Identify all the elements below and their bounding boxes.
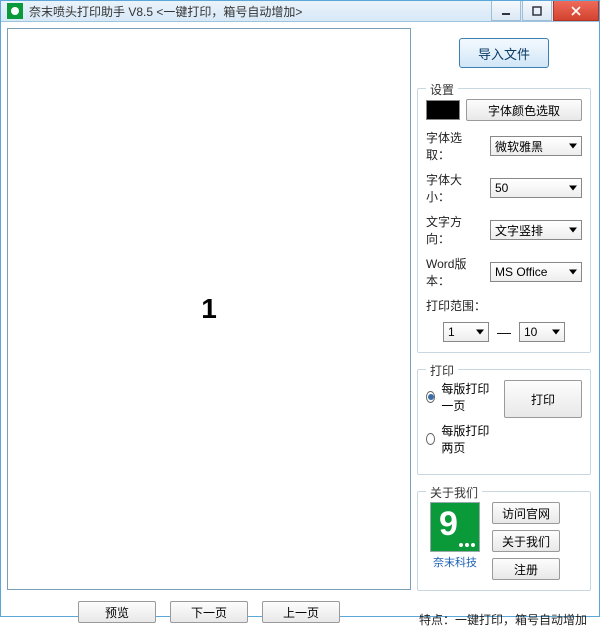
app-icon	[7, 3, 23, 19]
size-label: 字体大小：	[426, 171, 484, 205]
range-from-select[interactable]: 1	[443, 322, 489, 342]
left-pane: 1 预览 下一页 上一页	[7, 28, 411, 628]
window-title: 奈末喷头打印助手 V8.5 <一键打印，箱号自动增加>	[29, 3, 490, 20]
logo-block: 9 奈末科技	[426, 502, 484, 580]
print-option-2[interactable]: 每版打印两页	[426, 422, 494, 456]
next-page-button[interactable]: 下一页	[170, 601, 248, 623]
direction-label: 文字方向：	[426, 213, 484, 247]
titlebar: 奈末喷头打印助手 V8.5 <一键打印，箱号自动增加>	[1, 1, 599, 22]
about-us-button[interactable]: 关于我们	[492, 530, 560, 552]
font-select[interactable]: 微软雅黑	[490, 136, 582, 156]
bottom-buttons: 预览 下一页 上一页	[7, 596, 411, 628]
preview-area: 1	[7, 28, 411, 590]
range-to-select[interactable]: 10	[519, 322, 565, 342]
font-size-select[interactable]: 50	[490, 178, 582, 198]
font-color-swatch[interactable]	[426, 100, 460, 120]
company-name: 奈末科技	[426, 554, 484, 570]
prev-page-button[interactable]: 上一页	[262, 601, 340, 623]
maximize-button[interactable]	[522, 1, 552, 21]
pick-font-color-button[interactable]: 字体颜色选取	[466, 99, 582, 121]
settings-group: 设置 字体颜色选取 字体选取： 微软雅黑 字体大小： 50 文字方向： 文字竖排	[417, 88, 591, 353]
range-dash: —	[497, 324, 511, 340]
preview-page-number: 1	[201, 293, 217, 325]
preview-button[interactable]: 预览	[78, 601, 156, 623]
company-logo: 9	[430, 502, 480, 552]
app-window: 奈末喷头打印助手 V8.5 <一键打印，箱号自动增加> 1 预览 下一页 上一页…	[0, 0, 600, 617]
print-button[interactable]: 打印	[504, 380, 582, 418]
window-controls	[490, 1, 599, 21]
word-version-label: Word版本：	[426, 255, 484, 289]
print-legend: 打印	[426, 362, 458, 379]
text-direction-select[interactable]: 文字竖排	[490, 220, 582, 240]
print-range-label: 打印范围：	[426, 297, 486, 314]
radio-icon	[426, 433, 435, 445]
import-file-button[interactable]: 导入文件	[459, 38, 549, 68]
visit-site-button[interactable]: 访问官网	[492, 502, 560, 524]
print-group: 打印 每版打印一页 每版打印两页 打印	[417, 369, 591, 475]
close-button[interactable]	[553, 1, 599, 21]
features-text: 特点：一键打印，箱号自动增加	[417, 611, 591, 628]
about-legend: 关于我们	[426, 484, 482, 501]
content-area: 1 预览 下一页 上一页 导入文件 设置 字体颜色选取 字体选取： 微软雅黑	[1, 22, 599, 634]
minimize-button[interactable]	[491, 1, 521, 21]
register-button[interactable]: 注册	[492, 558, 560, 580]
about-group: 关于我们 9 奈末科技 访问官网 关于我们 注册	[417, 491, 591, 591]
font-label: 字体选取：	[426, 129, 484, 163]
print-option-1[interactable]: 每版打印一页	[426, 380, 494, 414]
right-pane: 导入文件 设置 字体颜色选取 字体选取： 微软雅黑 字体大小： 50 文字方向：	[417, 28, 593, 628]
word-version-select[interactable]: MS Office	[490, 262, 582, 282]
settings-legend: 设置	[426, 81, 458, 98]
radio-icon	[426, 391, 435, 403]
